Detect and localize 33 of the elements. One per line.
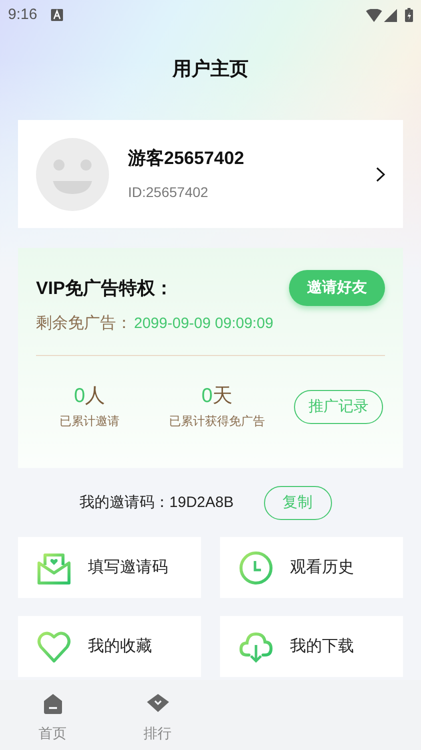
menu-card[interactable]: 观看历史 bbox=[220, 537, 403, 598]
notification-icon bbox=[51, 9, 64, 21]
signal-icon bbox=[384, 8, 397, 22]
menu-label: 我的收藏 bbox=[88, 636, 152, 656]
menu-card[interactable]: 填写邀请码 bbox=[18, 537, 201, 598]
user-name: 游客25657402 bbox=[128, 147, 246, 170]
vip-title: VIP免广告特权： bbox=[36, 276, 174, 300]
stat-label: 已累计邀请 bbox=[60, 413, 120, 430]
user-id: ID:25657402 bbox=[128, 183, 210, 202]
invite-code: 我的邀请码：19D2A8B bbox=[79, 492, 234, 513]
remaining-date: 2099-09-09 09:09:09 bbox=[134, 314, 274, 334]
battery-icon bbox=[405, 8, 413, 22]
status-time: 9:16 bbox=[8, 4, 38, 25]
menu-label: 我的下载 bbox=[290, 636, 354, 656]
menu-label: 填写邀请码 bbox=[88, 558, 168, 578]
home-icon bbox=[42, 692, 64, 714]
stat-value: 0人 bbox=[74, 384, 106, 408]
diamond-icon bbox=[146, 692, 168, 714]
chevron-right-icon bbox=[376, 166, 385, 182]
cloud-download-icon bbox=[239, 630, 273, 664]
menu-label: 观看历史 bbox=[290, 558, 354, 578]
menu-card[interactable]: 我的收藏 bbox=[18, 616, 201, 677]
clock-icon bbox=[239, 550, 273, 584]
avatar-icon bbox=[36, 138, 109, 210]
envelope-icon bbox=[37, 550, 71, 584]
profile-card[interactable]: 游客25657402 ID:25657402 bbox=[18, 120, 403, 228]
stat-label: 已累计获得免广告 bbox=[169, 413, 265, 430]
menu-card[interactable]: 我的下载 bbox=[220, 616, 403, 677]
remaining-label: 剩余免广告： bbox=[36, 314, 132, 334]
page-title: 用户主页 bbox=[172, 58, 248, 82]
stat-value: 0天 bbox=[201, 384, 233, 408]
heart-icon bbox=[37, 630, 71, 664]
wifi-icon bbox=[366, 8, 382, 22]
